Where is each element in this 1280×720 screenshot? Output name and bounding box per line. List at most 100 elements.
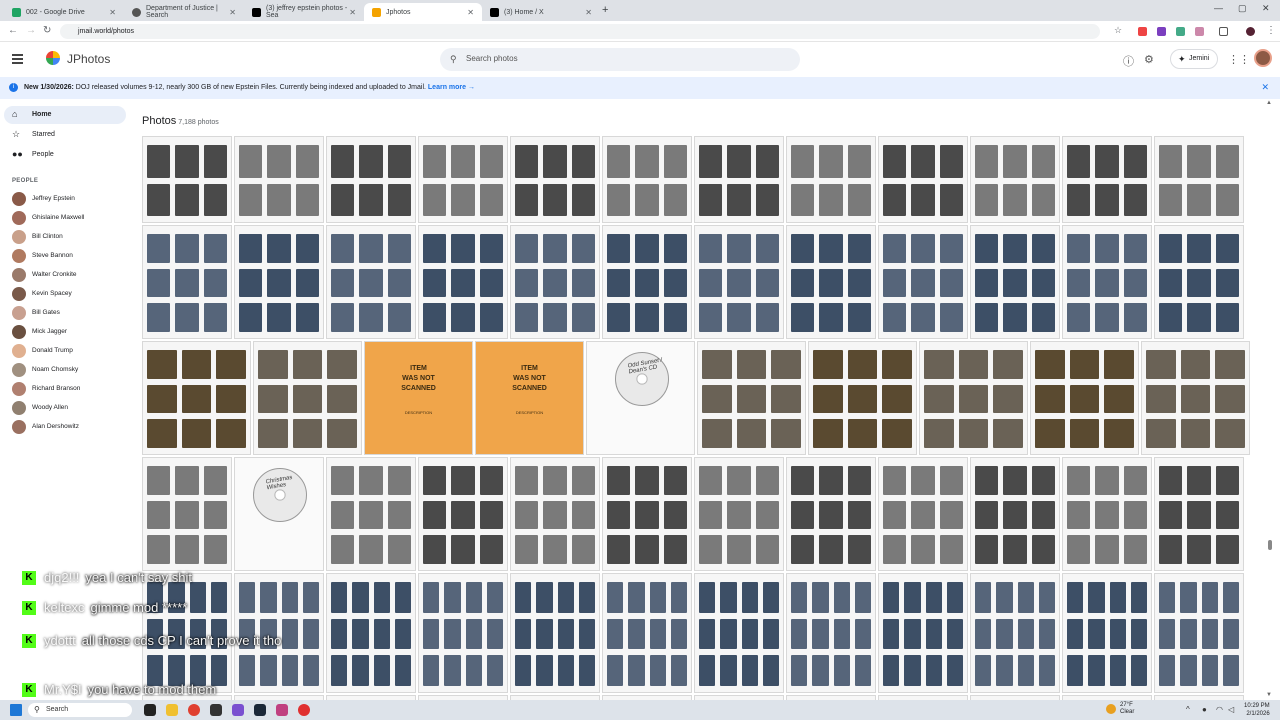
contact-sheet-photo[interactable] [1154,457,1244,571]
contact-sheet-photo[interactable] [694,457,784,571]
account-avatar[interactable] [1254,49,1272,67]
contact-sheet-photo[interactable] [1062,136,1152,223]
split-view-icon[interactable] [1219,27,1228,36]
contact-sheet-photo[interactable] [970,225,1060,339]
contact-sheet-photo[interactable] [1030,341,1139,455]
bookmark-star-icon[interactable]: ☆ [1114,25,1122,36]
extension-icon[interactable] [1138,27,1147,36]
contact-sheet-photo[interactable] [878,573,968,693]
profile-icon[interactable] [1246,27,1255,36]
item-not-scanned-photo[interactable]: ITEM WAS NOT SCANNED DESCRIPTION [475,341,584,455]
volume-icon[interactable]: ◁ [1228,705,1234,714]
scroll-down-icon[interactable]: ▼ [1266,692,1272,698]
contact-sheet-photo[interactable] [326,457,416,571]
contact-sheet-photo[interactable] [786,225,876,339]
cd-photo[interactable]: Christmas Wishes [234,457,324,571]
contact-sheet-photo[interactable] [326,225,416,339]
app-icon[interactable] [276,704,288,716]
contact-sheet-photo[interactable] [919,341,1028,455]
apps-grid-icon[interactable]: ⋮⋮ [1228,53,1250,66]
contact-sheet-photo[interactable] [510,457,600,571]
windows-start-icon[interactable] [10,704,22,716]
scrollbar-thumb[interactable] [1268,540,1272,550]
sidebar-person[interactable]: Jeffrey Epstein [12,192,132,206]
contact-sheet-photo[interactable] [234,136,324,223]
contact-sheet-photo[interactable] [418,573,508,693]
contact-sheet-photo[interactable] [1154,136,1244,223]
tab-google-drive[interactable]: 002 - Google Drive ✕ [4,3,124,21]
contact-sheet-photo[interactable] [970,573,1060,693]
task-view-icon[interactable] [144,704,156,716]
contact-sheet-photo[interactable] [1141,341,1250,455]
wifi-icon[interactable]: ◠ [1216,705,1223,714]
minimize-icon[interactable]: — [1214,3,1223,13]
close-tab-icon[interactable]: ✕ [467,8,474,17]
contact-sheet-photo[interactable] [602,136,692,223]
url-field[interactable]: jmail.world/photos [60,24,1100,39]
gear-icon[interactable]: ⚙ [1144,53,1154,66]
sidebar-person[interactable]: Steve Bannon [12,249,132,263]
item-not-scanned-photo[interactable]: ITEM WAS NOT SCANNED DESCRIPTION [364,341,473,455]
sidebar-person[interactable]: Mick Jagger [12,325,132,339]
new-tab-button[interactable]: + [602,4,608,16]
contact-sheet-photo[interactable] [510,136,600,223]
sidebar-person[interactable]: Bill Gates [12,306,132,320]
learn-more-link[interactable]: Learn more → [428,84,475,91]
contact-sheet-photo[interactable] [808,341,917,455]
contact-sheet-photo[interactable] [142,457,232,571]
contact-sheet-photo[interactable] [142,225,232,339]
steam-icon[interactable] [254,704,266,716]
contact-sheet-photo[interactable] [878,457,968,571]
taskbar-search[interactable]: ⚲ Search [28,703,132,717]
sidebar-person[interactable]: Bill Clinton [12,230,132,244]
obs-icon[interactable] [298,704,310,716]
contact-sheet-photo[interactable] [602,457,692,571]
tab-x-search[interactable]: (3) jeffrey epstein photos - Sea ✕ [244,3,364,21]
contact-sheet-photo[interactable] [786,573,876,693]
contact-sheet-photo[interactable] [786,136,876,223]
contact-sheet-photo[interactable] [418,457,508,571]
help-icon[interactable]: ⓘ [1123,53,1134,69]
jemini-button[interactable]: ✦ Jemini [1170,49,1219,69]
close-window-icon[interactable]: ✕ [1262,3,1270,14]
contact-sheet-photo[interactable] [694,573,784,693]
sidebar-person[interactable]: Richard Branson [12,382,132,396]
chrome-menu-icon[interactable]: ⋮ [1266,25,1276,36]
sidebar-item-home[interactable]: ⌂ Home [4,106,126,124]
contact-sheet-photo[interactable] [510,225,600,339]
chrome-icon[interactable] [188,704,200,716]
contact-sheet-photo[interactable] [1062,573,1152,693]
contact-sheet-photo[interactable] [510,573,600,693]
contact-sheet-photo[interactable] [694,136,784,223]
tab-x-home[interactable]: (3) Home / X ✕ [482,3,600,21]
contact-sheet-photo[interactable] [970,136,1060,223]
sidebar-item-people[interactable]: ●● People [4,146,126,164]
cd-photo[interactable]: Odd Sunset / Dean's CD [586,341,695,455]
extension-icon[interactable] [1176,27,1185,36]
contact-sheet-photo[interactable] [697,341,806,455]
contact-sheet-photo[interactable] [142,136,232,223]
clock[interactable]: 10:29 PM 2/1/2026 [1244,702,1270,718]
sidebar-person[interactable]: Noam Chomsky [12,363,132,377]
sidebar-person[interactable]: Donald Trump [12,344,132,358]
forward-icon[interactable]: → [26,25,36,36]
sidebar-item-starred[interactable]: ☆ Starred [4,126,126,144]
close-tab-icon[interactable]: ✕ [349,8,356,17]
contact-sheet-photo[interactable] [326,136,416,223]
sidebar-person[interactable]: Walter Cronkite [12,268,132,282]
sidebar-person[interactable]: Alan Dershowitz [12,420,132,434]
sidebar-person[interactable]: Kevin Spacey [12,287,132,301]
contact-sheet-photo[interactable] [234,225,324,339]
hamburger-menu-icon[interactable] [12,54,23,66]
contact-sheet-photo[interactable] [418,225,508,339]
contact-sheet-photo[interactable] [1062,457,1152,571]
maximize-icon[interactable]: ▢ [1238,3,1247,14]
search-photos-input[interactable]: ⚲ Search photos [440,48,800,71]
contact-sheet-photo[interactable] [694,225,784,339]
sidebar-person[interactable]: Woody Allen [12,401,132,415]
back-icon[interactable]: ← [8,25,18,36]
contact-sheet-photo[interactable] [253,341,362,455]
contact-sheet-photo[interactable] [1154,225,1244,339]
extension-icon[interactable] [1195,27,1204,36]
microphone-icon[interactable]: ● [1202,705,1207,714]
